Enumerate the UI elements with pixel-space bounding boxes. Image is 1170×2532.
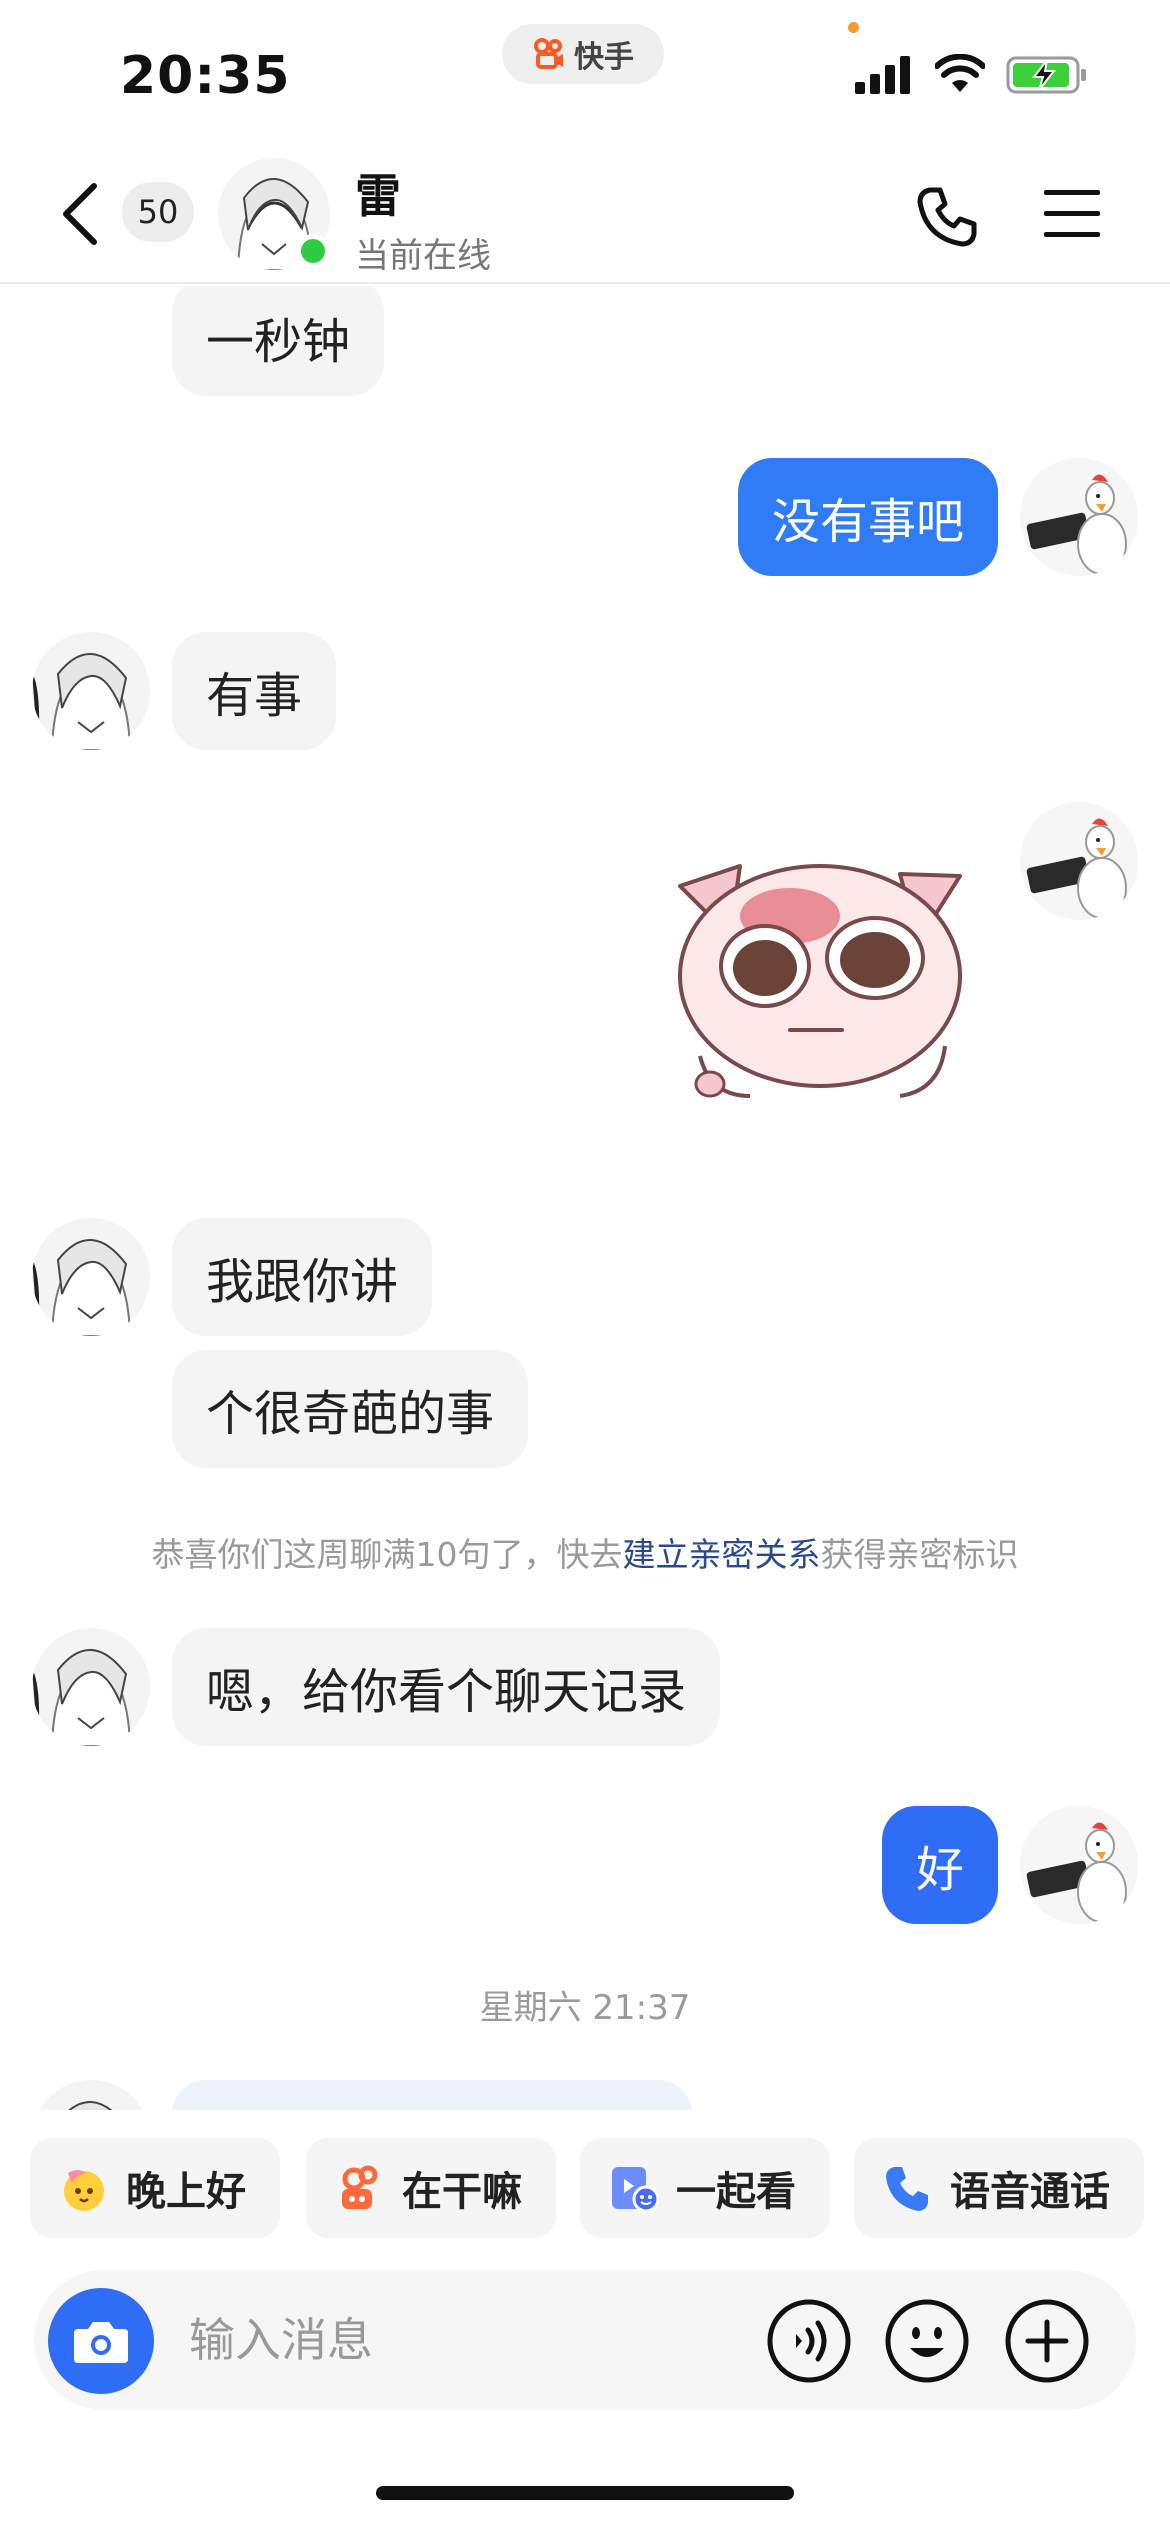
message-input-bar (34, 2270, 1136, 2410)
chat-record-card[interactable] (172, 2080, 692, 2110)
unread-count-badge[interactable]: 50 (122, 182, 194, 242)
plus-icon[interactable] (1004, 2298, 1090, 2384)
contact-avatar-small[interactable] (32, 2080, 150, 2110)
my-avatar[interactable] (1020, 1806, 1138, 1924)
message-bubble-incoming[interactable]: 一秒钟 (172, 286, 385, 396)
message-bubble-incoming[interactable]: 个很奇葩的事 (172, 1350, 529, 1468)
contact-name[interactable]: 雷 (355, 160, 401, 226)
quick-reply-good-evening[interactable]: 晚上好 (30, 2138, 280, 2238)
contact-avatar-small[interactable] (32, 1218, 150, 1336)
build-relationship-link[interactable]: 建立亲密关系 (623, 1535, 821, 1574)
camera-button[interactable] (48, 2288, 154, 2394)
flower-icon (342, 2165, 378, 2209)
message-bubble-outgoing[interactable]: 没有事吧 (737, 458, 998, 576)
notice-suffix: 获得亲密标识 (820, 1535, 1019, 1574)
quick-reply-label: 语音通话 (950, 2169, 1110, 2215)
watch-together-icon (612, 2167, 660, 2213)
status-time: 20:35 (120, 46, 291, 106)
quick-reply-bar: 晚上好 在干嘛 一起看 语音通话 (0, 2130, 1170, 2240)
message-timestamp: 星期六 21:37 (479, 1988, 691, 2028)
privacy-indicator-dot (848, 22, 859, 33)
home-indicator[interactable] (376, 2486, 794, 2500)
voice-input-icon[interactable] (766, 2298, 852, 2384)
battery-charging-icon (1006, 56, 1086, 94)
chat-message-list[interactable]: 一秒钟 没有事吧 有事 我跟你讲 个很奇葩的事 恭喜你们这周聊满10句了，快去建… (0, 286, 1170, 2110)
contact-avatar-small[interactable] (32, 632, 150, 750)
message-bubble-incoming[interactable]: 我跟你讲 (172, 1218, 433, 1336)
cellular-signal-icon (855, 56, 910, 94)
kuaishou-logo-icon (534, 38, 563, 69)
my-avatar[interactable] (1020, 802, 1138, 920)
anime-girl-avatar-icon (32, 1628, 150, 1746)
notice-prefix: 恭喜你们这周聊满10句了，快去 (151, 1535, 623, 1574)
message-input[interactable] (189, 2300, 749, 2380)
quick-reply-label: 晚上好 (126, 2169, 246, 2215)
sticker-message[interactable] (670, 846, 970, 1116)
anime-girl-avatar-icon (32, 2080, 150, 2110)
chicken-avatar-icon (1020, 458, 1138, 576)
status-bar: 20:35 快手 (0, 0, 1170, 140)
emoji-icon[interactable] (884, 2298, 970, 2384)
moon-face-icon (64, 2170, 104, 2211)
back-arrow-icon[interactable] (52, 178, 112, 250)
quick-reply-label: 在干嘛 (402, 2169, 522, 2215)
message-bubble-incoming[interactable]: 有事 (172, 632, 337, 750)
online-status-dot (296, 234, 330, 268)
app-name: 快手 (574, 40, 634, 75)
quick-reply-watch-together[interactable]: 一起看 (580, 2138, 830, 2238)
intimacy-notice: 恭喜你们这周聊满10句了，快去建立亲密关系获得亲密标识 (0, 1528, 1170, 1576)
chicken-avatar-icon (1020, 1806, 1138, 1924)
contact-presence: 当前在线 (355, 236, 491, 276)
quick-reply-label: 一起看 (676, 2169, 796, 2215)
message-bubble-incoming[interactable]: 嗯，给你看个聊天记录 (172, 1628, 721, 1746)
app-indicator-pill[interactable]: 快手 (502, 24, 664, 84)
phone-call-icon[interactable] (912, 182, 982, 252)
message-bubble-outgoing[interactable]: 好 (881, 1806, 998, 1924)
phone-icon (886, 2167, 928, 2211)
pink-cat-sticker-icon (678, 864, 962, 1098)
contact-avatar-small[interactable] (32, 1628, 150, 1746)
quick-reply-what-doing[interactable]: 在干嘛 (306, 2138, 556, 2238)
camera-icon (74, 2322, 128, 2363)
chicken-avatar-icon (1020, 802, 1138, 920)
menu-icon[interactable] (1040, 186, 1104, 242)
anime-girl-avatar-icon (32, 632, 150, 750)
my-avatar[interactable] (1020, 458, 1138, 576)
anime-girl-avatar-icon (32, 1218, 150, 1336)
quick-reply-voice-call[interactable]: 语音通话 (854, 2138, 1144, 2238)
chat-header: 50 雷 当前在线 (0, 140, 1170, 284)
wifi-icon (935, 54, 985, 92)
